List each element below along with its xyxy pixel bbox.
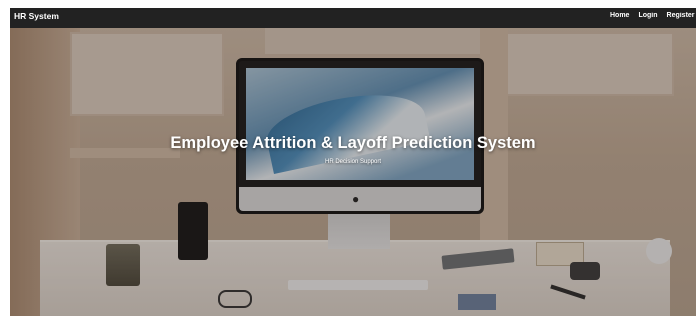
nav-link-login[interactable]: Login [638,12,657,19]
nav-link-register[interactable]: Register [667,12,695,19]
nav-links: Home Login Register [610,12,696,19]
hero-subtitle: HR Decision Support [324,159,382,165]
page-frame: HR System Home Login Register ● Employee… [10,8,696,316]
hero-dark-overlay [10,28,696,316]
nav-link-home[interactable]: Home [610,12,629,19]
hero-title: Employee Attrition & Layoff Prediction S… [170,134,536,152]
brand-logo[interactable]: HR System [14,11,59,21]
hero-banner: ● Employee Attrition & Layoff Prediction… [10,28,696,316]
top-navbar: HR System Home Login Register [10,8,696,28]
